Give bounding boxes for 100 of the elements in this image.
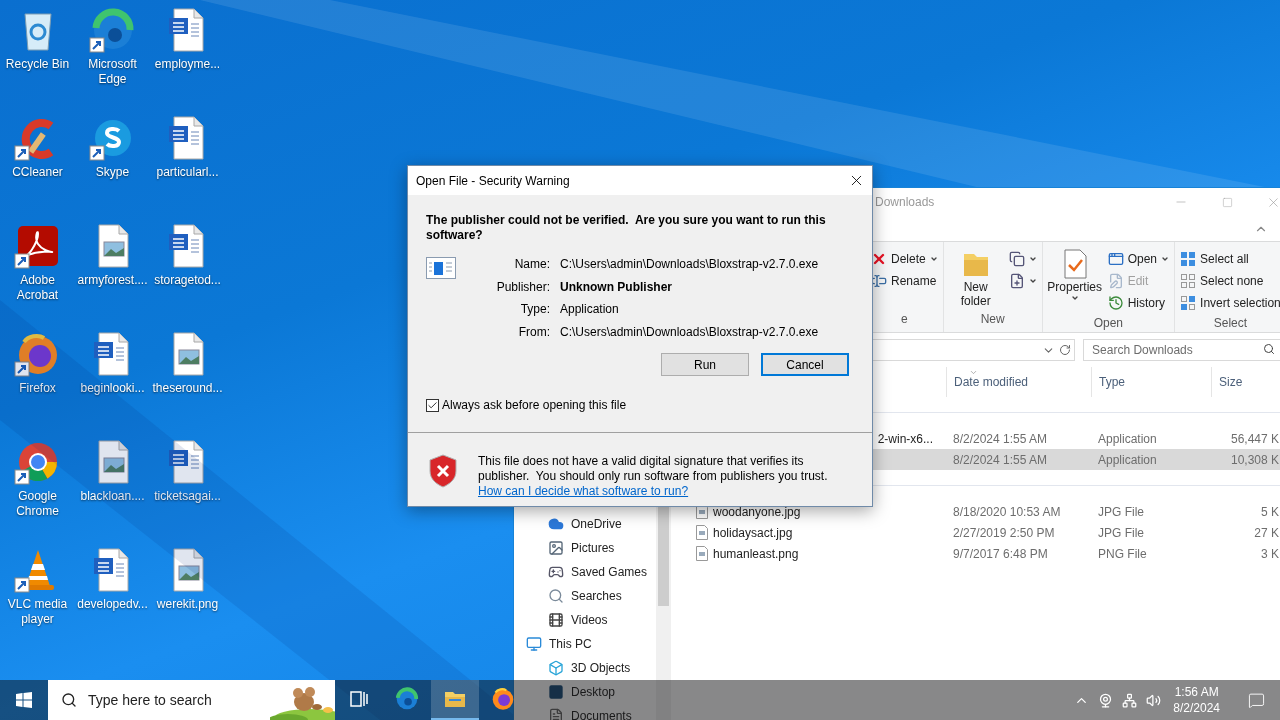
desktop-icon-label[interactable]: employme... — [150, 57, 225, 72]
desktop-icon-label[interactable]: beginlooki... — [75, 381, 150, 396]
search-field[interactable]: Search Downloads — [1083, 339, 1280, 361]
desktop-icon-label[interactable]: Recycle Bin — [0, 57, 75, 72]
size-cell-text: 56,447 K — [1229, 431, 1280, 446]
date-cell-text: 2/27/2019 2:50 PM — [952, 525, 1056, 540]
cloud-icon — [548, 516, 564, 532]
desktop-icon-label[interactable]: Firefox — [0, 381, 75, 396]
file-row[interactable]: holidaysact.jpg 2/27/2019 2:50 PM JPG File 27 K — [671, 522, 1280, 543]
rename-icon — [871, 273, 887, 289]
taskbar-app-button[interactable] — [431, 680, 479, 720]
window-title: Downloads — [875, 195, 936, 209]
ribbon-group-label: Open — [1092, 315, 1125, 332]
desktop-icon-label[interactable]: Skype — [75, 165, 150, 180]
ribbon-button[interactable]: Rename — [869, 270, 940, 292]
desktop-icon-label[interactable]: Adobe Acrobat — [0, 273, 75, 303]
ribbon-button[interactable]: Select none — [1178, 270, 1280, 292]
film-icon — [548, 612, 564, 628]
caret-icon — [1028, 277, 1037, 285]
image-icon — [548, 540, 564, 556]
nav-item[interactable]: Pictures — [514, 536, 615, 560]
dialog-title: Open File - Security Warning — [416, 173, 570, 188]
dialog-button[interactable]: Run — [661, 353, 749, 376]
select-none-icon — [1180, 273, 1197, 289]
firefox-icon — [490, 686, 516, 712]
column-header[interactable]: Date modified — [946, 367, 1091, 397]
date-cell-text: 8/2/2024 1:55 AM — [952, 431, 1049, 446]
ribbon-button[interactable]: Properties — [1045, 246, 1104, 314]
desktop-icon-label[interactable]: theseround... — [150, 381, 225, 396]
nav-item[interactable]: This PC — [514, 632, 592, 656]
ribbon-button[interactable]: Select all — [1178, 248, 1280, 270]
desktop-icon-label[interactable]: storagetod... — [150, 273, 225, 288]
shield-icon — [428, 454, 458, 488]
column-header[interactable]: Type — [1091, 367, 1211, 397]
image-file-icon — [696, 525, 708, 540]
dialog-button[interactable]: Cancel — [761, 353, 849, 376]
caret-icon — [1070, 294, 1079, 302]
monitor-icon — [526, 636, 542, 652]
ribbon-button[interactable]: History — [1105, 292, 1172, 314]
ribbon-button[interactable]: Delete — [869, 248, 940, 270]
column-header[interactable]: Size — [1211, 367, 1280, 397]
file-plus-icon — [1008, 273, 1025, 289]
delete-icon — [871, 251, 887, 267]
field-label: From: — [517, 323, 550, 341]
refresh-button[interactable] — [1059, 344, 1072, 356]
desktop-icon-label[interactable]: particularl... — [150, 165, 225, 180]
warning-text: This file does not have a valid digital signature that verifies its publisher. You should only run software from publishers you trust. — [478, 454, 829, 484]
search-icon — [548, 588, 564, 604]
network-icon — [1121, 692, 1137, 708]
help-link[interactable]: How can I decide what software to run? — [478, 484, 689, 499]
desktop-icon-label[interactable]: werekit.png — [150, 597, 225, 612]
type-cell-text: JPG File — [1097, 525, 1145, 540]
desktop-icon-label[interactable]: ticketsagai... — [150, 489, 225, 504]
desktop-icon-label[interactable]: developedv... — [75, 597, 150, 612]
caret-icon — [1161, 255, 1170, 263]
check-icon — [427, 399, 438, 411]
file-name: woodanyone.jpg — [713, 504, 801, 519]
field-label: Type: — [519, 301, 550, 318]
ribbon-button[interactable]: New folder — [946, 246, 1005, 310]
ribbon-group-label: New — [979, 311, 1006, 328]
field-value: C:\Users\admin\Downloads\Bloxstrap-v2.7.0.exe — [560, 256, 820, 273]
file-name: holidaysact.jpg — [713, 525, 793, 540]
nav-item[interactable]: Desktop — [514, 680, 616, 704]
nav-item[interactable]: 3D Objects — [514, 656, 631, 680]
warning-heading: The publisher could not be verified. Are you sure you want to run this software? — [426, 213, 826, 243]
checkbox-label[interactable]: Always ask before opening this file — [442, 398, 627, 412]
refresh-icon — [1059, 344, 1072, 356]
caret-icon — [929, 255, 938, 263]
field-value: C:\Users\admin\Downloads\Bloxstrap-v2.7.0.exe — [560, 323, 820, 341]
ribbon-group-label: Select — [1212, 315, 1249, 332]
desktop-icon-label[interactable]: Google Chrome — [0, 489, 75, 519]
field-value: Application — [560, 301, 620, 318]
nav-item[interactable]: Documents — [514, 704, 632, 720]
application-icon — [426, 257, 456, 281]
task-view-icon — [349, 689, 369, 709]
ribbon-button[interactable]: Invert selection — [1178, 292, 1280, 314]
cube-icon — [548, 660, 564, 676]
desktop-icon-label[interactable]: CCleaner — [0, 165, 75, 180]
nav-item[interactable]: Videos — [514, 608, 608, 632]
desktop-icon-label[interactable]: Microsoft Edge — [75, 57, 150, 87]
type-cell-text: JPG File — [1097, 504, 1145, 519]
desktop-icon-label[interactable]: VLC media player — [0, 597, 75, 627]
file-row[interactable]: humanleast.png 9/7/2017 6:48 PM PNG File 3 K — [671, 543, 1280, 564]
nav-item[interactable]: OneDrive — [514, 512, 622, 536]
desktop-icon-label[interactable]: armyforest.... — [75, 273, 150, 288]
image-file-icon — [696, 546, 708, 561]
copy-icon — [1008, 251, 1025, 267]
clock[interactable]: 1:56 AM 8/2/2024 — [1165, 680, 1228, 720]
taskbar-search-field[interactable]: Type here to search — [48, 680, 270, 720]
nav-item[interactable]: Saved Games — [514, 560, 648, 584]
field-value: Unknown Publisher — [560, 278, 673, 296]
ribbon-button[interactable]: Open — [1105, 248, 1172, 270]
checkbox[interactable] — [426, 398, 439, 412]
nav-item[interactable]: Searches — [514, 584, 622, 608]
desktop-icon-label[interactable]: blackloan.... — [75, 489, 150, 504]
ribbon-group-label: e — [900, 311, 909, 328]
size-cell-text: 10,308 K — [1229, 452, 1280, 467]
type-cell-text: Application — [1097, 452, 1158, 467]
clock-time: 1:56 AM — [1174, 684, 1219, 700]
windows-logo-icon — [16, 692, 32, 708]
